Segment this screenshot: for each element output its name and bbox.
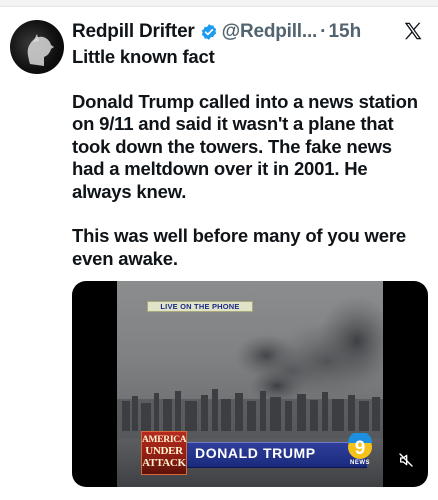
top-divider (0, 0, 438, 7)
tweet-header: Redpill Drifter @Redpill... · 15h (72, 20, 424, 44)
mute-icon[interactable] (398, 452, 414, 468)
channel-9-logo: 9 NEWS (343, 431, 377, 469)
channel-9-logo-icon: 9 (348, 431, 372, 459)
display-name[interactable]: Redpill Drifter (72, 21, 195, 43)
tweet-paragraph-2: Donald Trump called into a news station … (72, 90, 418, 202)
x-logo-icon[interactable] (402, 20, 424, 42)
avatar[interactable] (10, 20, 64, 74)
tweet-text: Little known fact Donald Trump called in… (72, 46, 428, 270)
avatar-silhouette-icon (27, 34, 54, 66)
tweet-paragraph-3: This was well before many of you were ev… (72, 225, 406, 269)
logo-number: 9 (355, 438, 366, 459)
user-handle[interactable]: @Redpill... (222, 21, 318, 43)
separator-dot: · (320, 21, 327, 42)
banner-line-2: UNDER (145, 445, 183, 457)
banner-line-3: ATTACK (142, 457, 186, 469)
america-under-attack-banner: AMERICA UNDER ATTACK (141, 431, 187, 475)
ticker-name: DONALD TRUMP (195, 445, 316, 461)
video-player[interactable]: LIVE ON THE PHONE AMERICA UNDER ATTACK D… (72, 281, 428, 487)
tweet-paragraph-1: Little known fact (72, 46, 215, 67)
timestamp[interactable]: 15h (328, 21, 361, 43)
action-bar-partial (72, 494, 428, 500)
logo-news-label: NEWS (350, 460, 370, 466)
news-lower-third: AMERICA UNDER ATTACK DONALD TRUMP 9 NEWS (117, 431, 383, 475)
video-frame: LIVE ON THE PHONE AMERICA UNDER ATTACK D… (117, 281, 383, 487)
banner-line-1: AMERICA (142, 435, 187, 445)
verified-badge-icon (201, 24, 216, 40)
